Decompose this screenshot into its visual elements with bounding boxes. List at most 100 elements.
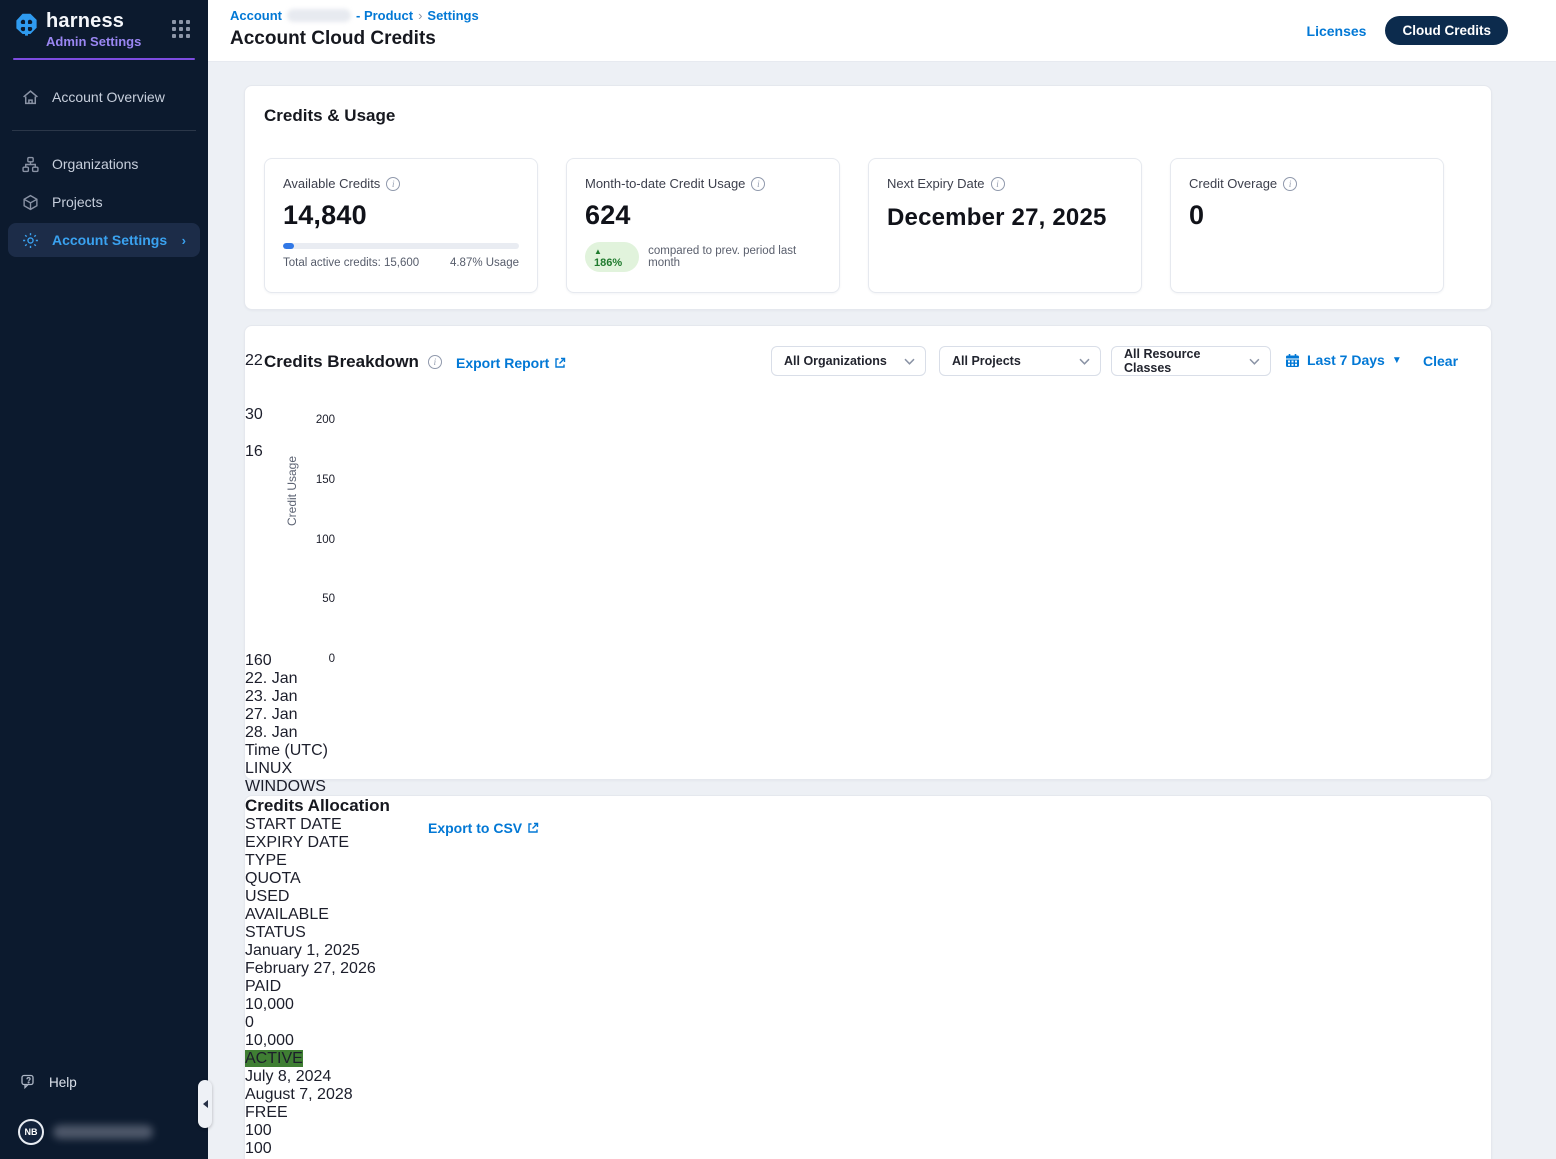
home-icon [22,89,39,106]
brand-underline [13,58,195,60]
y-tick-label: 0 [283,653,335,665]
chevron-right-icon: › [182,233,186,248]
y-tick-label: 200 [283,414,335,426]
filter-dropdown-all-projects[interactable]: All Projects [939,346,1101,376]
mtd-usage-card: Month-to-date Credit Usagei 624 186% com… [566,158,840,293]
legend-item-linux[interactable]: LINUX [245,760,1491,778]
cell-start: January 1, 2025 [245,942,1491,960]
brand-name: harness [46,10,166,33]
trend-badge: 186% [585,242,639,272]
help-label: Help [49,1075,77,1090]
sidebar-item-account-overview[interactable]: Account Overview [8,80,200,114]
cloud-credits-button[interactable]: Cloud Credits [1385,16,1508,45]
column-header: USED [245,888,1491,906]
bar-value-label: 160 [245,652,1491,670]
sidebar: harness Admin Settings Account Overview … [0,0,208,1159]
x-tick-label: 27. Jan [245,706,1491,724]
info-icon[interactable]: i [751,177,765,191]
harness-logo-icon [13,12,40,39]
date-range-label: Last 7 Days [1307,352,1385,368]
y-tick-label: 50 [283,593,335,605]
credits-breakdown-title: Credits Breakdown [264,352,419,372]
bar-28-Jan[interactable] [245,461,1491,652]
credits-breakdown-panel: Credits Breakdown i Export Report All Or… [244,325,1492,780]
y-tick-label: 100 [283,534,335,546]
filter-dropdown-all-organizations[interactable]: All Organizations [771,346,926,376]
credits-breakdown-chart: 223016160 [245,326,1491,670]
table-row[interactable]: July 8, 2024August 7, 2028FREE1001000ACT… [245,1068,1491,1159]
legend-label: LINUX [245,760,292,777]
cell-quota: 100 [245,1122,1491,1140]
y-axis: 050100150200 [283,420,335,659]
info-icon[interactable]: i [1283,177,1297,191]
credits-allocation-panel: Credits Allocation Export to CSV START D… [244,795,1492,1159]
info-icon[interactable]: i [428,355,442,369]
next-expiry-label: Next Expiry Date [887,176,985,191]
date-range-filter[interactable]: Last 7 Days ▼ [1285,352,1402,368]
credits-usage-title: Credits & Usage [264,106,1472,126]
cell-type: PAID [245,978,1491,996]
licenses-link[interactable]: Licenses [1307,23,1367,39]
mtd-usage-label: Month-to-date Credit Usage [585,176,745,191]
available-credits-label: Available Credits [283,176,380,191]
cell-expiry: August 7, 2028 [245,1086,1491,1104]
export-report-link[interactable]: Export Report [456,355,566,371]
credit-overage-card: Credit Overagei 0 [1170,158,1444,293]
breadcrumb-account[interactable]: Account [230,8,282,23]
external-link-icon [554,357,566,369]
column-header: QUOTA [245,870,1491,888]
cube-icon [22,194,39,211]
export-csv-link[interactable]: Export to CSV [428,820,539,836]
page-header: Account - Product › Settings Account Clo… [208,0,1556,62]
avatar[interactable]: NB [18,1119,44,1145]
cell-used: 100 [245,1140,1491,1158]
credits-usage-panel: Credits & Usage Available Credits i 14,84… [244,85,1492,310]
total-active-credits: Total active credits: 15,600 [283,257,419,269]
x-axis-label: Time (UTC) [245,742,1491,760]
sidebar-collapse-handle[interactable] [198,1080,212,1128]
column-header: STATUS [245,924,1491,942]
caret-down-icon: ▼ [1392,355,1402,366]
help-chat-icon [20,1073,38,1091]
mtd-usage-value: 624 [585,200,821,231]
help-button[interactable]: Help [14,1067,194,1097]
column-header: TYPE [245,852,1491,870]
breadcrumb-separator: › [418,8,422,23]
info-icon[interactable]: i [386,177,400,191]
legend-item-windows[interactable]: WINDOWS [245,778,1491,796]
cell-type: FREE [245,1104,1491,1122]
sidebar-item-projects[interactable]: Projects [8,185,200,219]
brand-subtitle: Admin Settings [46,34,166,49]
bar-value-label: 30 [245,406,1491,424]
filter-value: All Resource Classes [1124,347,1249,375]
legend-label: WINDOWS [245,778,326,795]
usage-percent: 4.87% Usage [450,257,519,269]
clear-filters-link[interactable]: Clear [1423,353,1458,369]
sidebar-item-organizations[interactable]: Organizations [8,147,200,181]
breadcrumb-product[interactable]: - Product [356,8,413,23]
sidebar-item-label: Organizations [52,156,138,172]
org-tree-icon [22,156,39,173]
sidebar-item-account-settings[interactable]: Account Settings › [8,223,200,257]
sidebar-item-label: Account Overview [52,89,165,105]
sidebar-divider [12,130,196,131]
next-expiry-card: Next Expiry Date i December 27, 2025 [868,158,1142,293]
sidebar-item-label: Projects [52,194,103,210]
breadcrumb-settings[interactable]: Settings [427,8,478,23]
next-expiry-value: December 27, 2025 [887,202,1123,233]
cell-expiry: February 27, 2026 [245,960,1491,978]
filter-dropdown-all-resource-classes[interactable]: All Resource Classes [1111,346,1271,376]
credit-overage-value: 0 [1189,200,1425,231]
column-header: EXPIRY DATE [245,834,1491,852]
info-icon[interactable]: i [991,177,1005,191]
column-header: AVAILABLE [245,906,1491,924]
available-credits-value: 14,840 [283,200,519,231]
cell-quota: 10,000 [245,996,1491,1014]
table-row[interactable]: January 1, 2025February 27, 2026PAID10,0… [245,942,1491,1068]
app-grid-icon[interactable] [172,20,194,42]
external-link-icon [527,822,539,834]
gear-icon [22,232,39,249]
breadcrumb-redacted [287,9,351,22]
bar-27-Jan[interactable] [245,424,1491,443]
x-axis: 22. Jan23. Jan27. Jan28. Jan [245,670,1491,742]
